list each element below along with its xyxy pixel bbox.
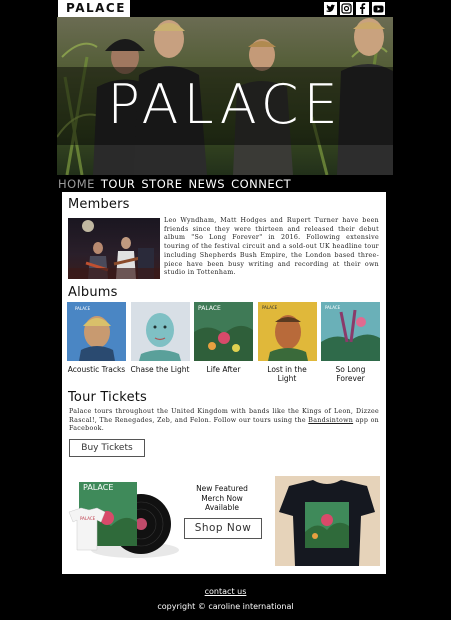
buy-tickets-button[interactable]: Buy Tickets [69, 439, 145, 457]
facebook-icon[interactable] [356, 2, 369, 15]
tour-heading: Tour Tickets [68, 390, 148, 405]
svg-text:PALACE: PALACE [198, 305, 221, 312]
svg-text:PALACE: PALACE [262, 305, 278, 310]
vinyl-label: PALACE [83, 483, 113, 492]
logo-text: PALACE [66, 1, 126, 15]
album-cover-acoustic-tracks[interactable]: PALACE [67, 302, 126, 361]
album-card[interactable]: PALACE Acoustic Tracks [67, 302, 126, 383]
album-title: So Long Forever [335, 365, 366, 383]
members-photo [68, 218, 160, 279]
album-cover-life-after[interactable]: PALACE [194, 302, 253, 361]
copyright: copyright © caroline international [157, 602, 294, 611]
main-nav: HOME TOUR STORE NEWS CONNECT [58, 177, 291, 191]
album-card[interactable]: Chase the Light [130, 302, 190, 383]
album-cover-chase-the-light[interactable] [130, 302, 190, 361]
hero-banner: PALACE [57, 17, 393, 175]
shirt-label: PALACE [80, 516, 96, 521]
album-cover-so-long-forever[interactable]: PALACE [321, 302, 380, 361]
album-card[interactable]: PALACE So Long Forever [321, 302, 380, 383]
nav-home[interactable]: HOME [58, 177, 95, 191]
album-title: Chase the Light [130, 365, 190, 374]
members-heading: Members [68, 197, 130, 212]
merch-line-3: Available [205, 503, 239, 512]
svg-text:PALACE: PALACE [75, 306, 91, 311]
bandsintown-link[interactable]: Bandsintown [308, 417, 353, 424]
album-title: Life After [206, 365, 241, 374]
nav-connect[interactable]: CONNECT [231, 177, 291, 191]
merch-promo: New Featured Merch Now Available [182, 484, 262, 513]
svg-text:PALACE: PALACE [325, 305, 341, 310]
album-cover-lost-in-the-light[interactable]: PALACE [257, 302, 317, 361]
albums-heading: Albums [68, 285, 118, 300]
album-title: Acoustic Tracks [67, 365, 126, 374]
nav-store[interactable]: STORE [141, 177, 182, 191]
merch-line-1: New Featured [196, 484, 248, 493]
contact-us-link[interactable]: contact us [0, 587, 451, 596]
hero-title: PALACE [107, 73, 343, 136]
content-panel: Members Leo Wyndham, Matt Hodges and Rup… [62, 192, 386, 574]
top-bar: PALACE [0, 0, 451, 18]
merch-shirt-photo[interactable] [275, 476, 380, 566]
album-list: PALACE Acoustic Tracks Chase the Light P… [67, 302, 380, 383]
logo[interactable]: PALACE [58, 0, 130, 17]
nav-tour[interactable]: TOUR [101, 177, 135, 191]
album-title: Lost in the Light [267, 365, 307, 383]
merch-line-2: Merch Now [201, 493, 243, 503]
tour-text: Palace tours throughout the United Kingd… [69, 408, 379, 434]
twitter-icon[interactable] [324, 2, 337, 15]
shop-now-button[interactable]: Shop Now [184, 518, 262, 539]
social-links [324, 2, 385, 15]
album-card[interactable]: PALACE Life After [194, 302, 253, 383]
instagram-icon[interactable] [340, 2, 353, 15]
youtube-icon[interactable] [372, 2, 385, 15]
album-card[interactable]: PALACE Lost in the Light [257, 302, 317, 383]
members-bio: Leo Wyndham, Matt Hodges and Rupert Turn… [164, 217, 379, 277]
nav-news[interactable]: NEWS [189, 177, 226, 191]
merch-vinyl-image[interactable]: PALACE PALACE [67, 478, 179, 560]
